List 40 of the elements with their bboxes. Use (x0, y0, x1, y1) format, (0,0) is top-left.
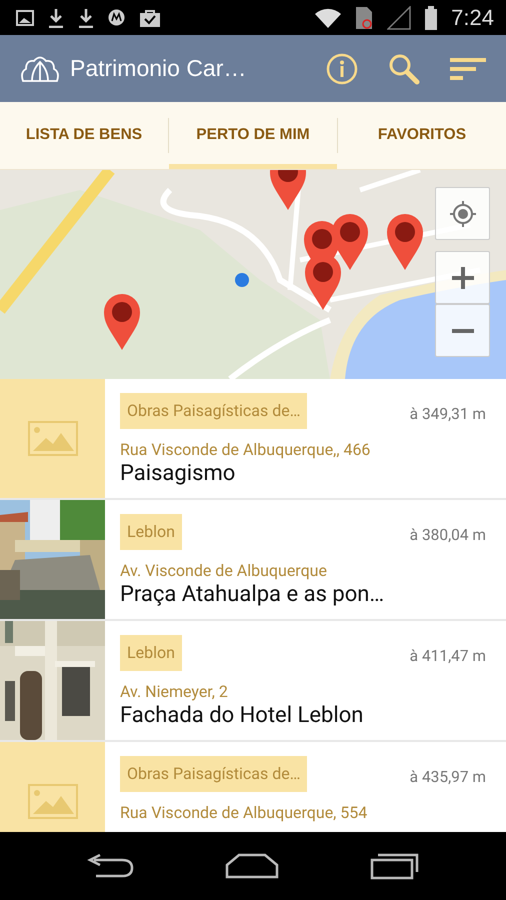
image-icon (16, 10, 34, 26)
search-icon[interactable] (388, 52, 420, 84)
tab[interactable]: FAVORITOS (338, 102, 506, 169)
my-location-button[interactable] (435, 187, 490, 240)
zoom-in-button[interactable] (435, 251, 490, 304)
logo-icon (108, 9, 125, 26)
distance-text: à 411,47 m (410, 647, 486, 665)
info-icon[interactable] (326, 52, 358, 84)
status-time: 7:24 (451, 4, 494, 30)
minus-icon (452, 328, 474, 332)
target-icon (448, 200, 476, 228)
category-tag: Obras Paisagísticas de… (120, 393, 308, 429)
category-tag: Leblon (120, 635, 182, 671)
zoom-out-button[interactable] (435, 304, 490, 357)
address-text: Av. Niemeyer, 2 (120, 682, 229, 701)
wifi-icon (315, 8, 342, 28)
place-name: Fachada do Hotel Leblon (120, 703, 364, 728)
shell-logo-icon (20, 54, 60, 84)
distance-text: à 435,97 m (410, 768, 486, 786)
download-icon (78, 8, 94, 28)
category-tag: Obras Paisagísticas de… (120, 756, 308, 792)
tab[interactable]: LISTA DE BENS (0, 102, 168, 169)
address-text: Rua Visconde de Albuquerque, 554 (120, 803, 368, 822)
sim-card-icon (355, 6, 374, 30)
sort-menu-icon[interactable] (450, 56, 486, 80)
battery-icon (425, 6, 438, 30)
image-icon (28, 421, 78, 456)
signal-icon (387, 6, 412, 30)
distance-text: à 349,31 m (410, 405, 486, 423)
distance-text: à 380,04 m (410, 526, 486, 544)
image-icon (28, 784, 78, 819)
download-icon (48, 8, 64, 28)
plus-icon (450, 264, 476, 290)
place-name: Praça Atahualpa e as pon… (120, 582, 386, 607)
app-title: Patrimonio Car… (70, 55, 248, 82)
bag-icon (139, 8, 161, 28)
place-name: Paisagismo (120, 461, 236, 486)
address-text: Av. Visconde de Albuquerque (120, 561, 328, 580)
category-tag: Leblon (120, 514, 182, 550)
address-text: Rua Visconde de Albuquerque,, 466 (120, 440, 372, 459)
